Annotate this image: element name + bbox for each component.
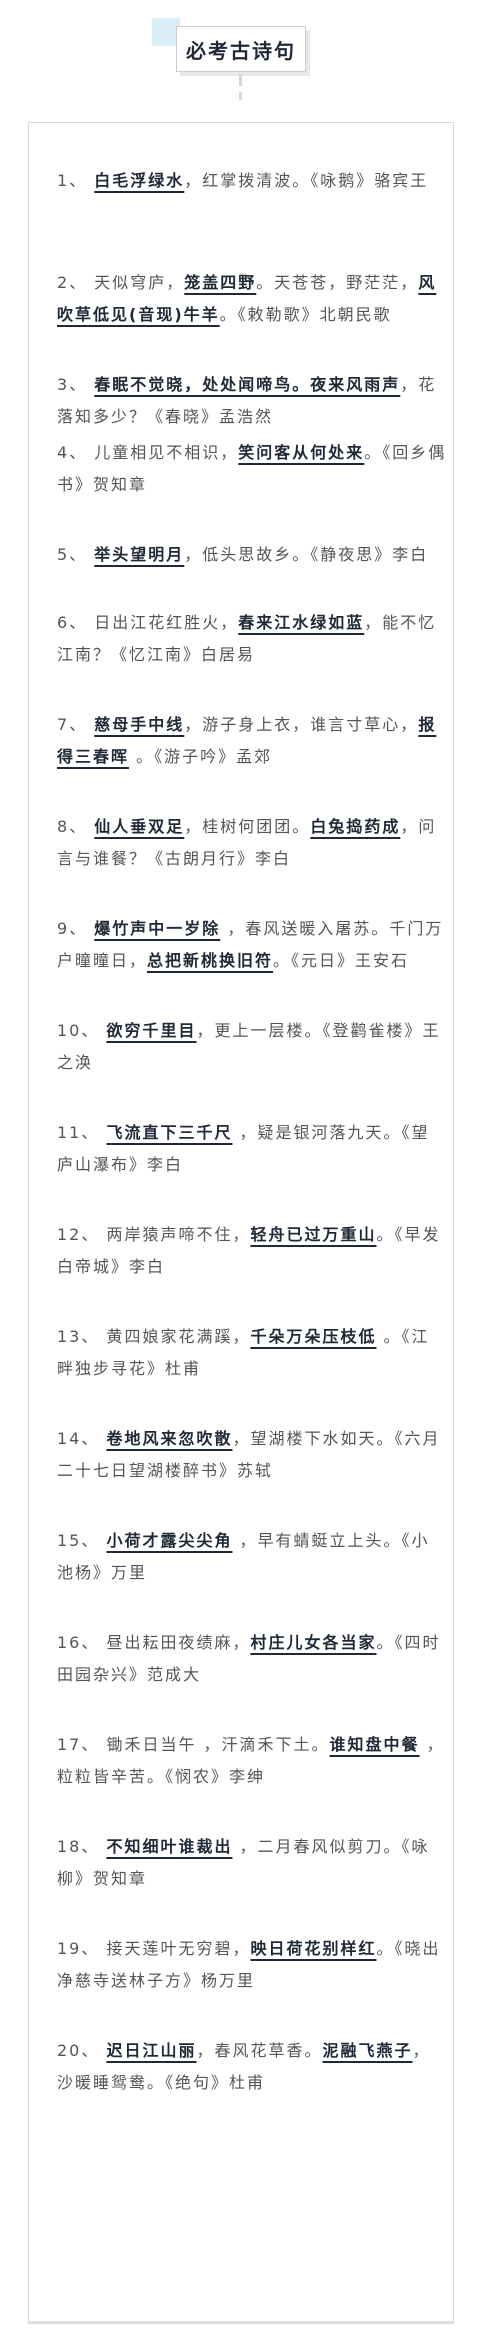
key-line-highlight: 笼盖四野 [184,273,257,292]
poem-item: 5、 举头望明月，低头思故乡。《静夜思》李白 [57,539,447,571]
poem-number: 7 [57,715,70,734]
poem-item: 15、 小荷才露尖尖角 ，早有蜻蜓立上头。《小池杨》万里 [57,1525,447,1589]
poem-text: 、 [81,1837,107,1856]
poem-text: 、 两岸猿声啼不住， [81,1225,251,1244]
key-line-highlight: 春来江水绿如蓝 [238,613,365,632]
poem-text: 、 天似穹庐， [69,273,185,292]
poem-number: 10 [57,1021,82,1040]
poem-item: 13、 黄四娘家花满蹊，千朵万朵压枝低 。《江畔独步寻花》杜甫 [57,1321,447,1385]
key-line-highlight: 轻舟已过万重山 [250,1225,377,1244]
key-line-highlight: 飞流直下三千尺 [106,1123,233,1142]
poem-text: 、 [69,171,95,190]
key-line-highlight: 总把新桃换旧符 [147,951,274,970]
key-line-highlight: 村庄儿女各当家 [250,1633,377,1652]
key-line-highlight: 卷地风来忽吹散 [106,1429,233,1448]
key-line-highlight: 泥融飞燕子 [322,2041,413,2060]
poem-text: ，红掌拨清波。《咏鹅》骆宾王 [184,171,429,190]
poem-text: 、 [81,2041,107,2060]
poem-number: 5 [57,545,70,564]
poem-number: 9 [57,919,70,938]
poem-text: 、 [69,919,95,938]
poem-text: 、 [69,545,95,564]
poem-item: 9、 爆竹声中一岁除 ，春风送暖入屠苏。千门万户曈曈日，总把新桃换旧符。《元日》… [57,913,447,977]
poem-text: 、 锄禾日当午 ，汗滴禾下土。 [81,1735,330,1754]
key-line-highlight: 白毛浮绿水 [94,171,185,190]
poem-item: 8、 仙人垂双足，桂树何团团。白兔捣药成，问言与谁餐？《古朗月行》李白 [57,811,447,875]
poem-item: 3、 春眠不觉晓，处处闻啼鸟。夜来风雨声，花落知多少？《春晓》孟浩然 [57,369,447,433]
poem-text: 、 昼出耘田夜绩麻， [81,1633,251,1652]
key-line-highlight: 欲穷千里目 [106,1021,197,1040]
poem-number: 3 [57,375,70,394]
poem-number: 12 [57,1225,82,1244]
poem-item: 18、 不知细叶谁裁出 ，二月春风似剪刀。《咏柳》贺知章 [57,1831,447,1895]
poem-number: 20 [57,2041,82,2060]
header: 必考古诗句 [0,0,480,120]
key-line-highlight: 千朵万朵压枝低 [250,1327,377,1346]
key-line-highlight: 笑问客从何处来 [238,443,365,462]
divider [29,2321,453,2323]
key-line-highlight: 慈母手中线 [94,715,185,734]
key-line-highlight: 小荷才露尖尖角 [106,1531,233,1550]
poem-text: 、 [81,1531,107,1550]
poem-item: 1、 白毛浮绿水，红掌拨清波。《咏鹅》骆宾王 [57,165,447,197]
poem-text: 。《元日》王安石 [273,951,410,970]
key-line-highlight: 仙人垂双足 [94,817,185,836]
key-line-highlight: 迟日江山丽 [106,2041,197,2060]
poem-item: 20、 迟日江山丽，春风花草香。泥融飞燕子，沙暖睡鸳鸯。《绝句》杜甫 [57,2035,447,2099]
poem-number: 4 [57,443,70,462]
key-line-highlight: 映日荷花别样红 [250,1939,377,1958]
key-line-highlight: 谁知盘中餐 [329,1735,420,1754]
poem-number: 16 [57,1633,82,1652]
poem-item: 16、 昼出耘田夜绩麻，村庄儿女各当家。《四时田园杂兴》范成大 [57,1627,447,1691]
poem-number: 13 [57,1327,82,1346]
poem-item: 14、 卷地风来忽吹散，望湖楼下水如天。《六月二十七日望湖楼醉书》苏轼 [57,1423,447,1487]
poem-number: 8 [57,817,70,836]
poem-item: 11、 飞流直下三千尺 ，疑是银河落九天。《望庐山瀑布》李白 [57,1117,447,1181]
poem-text: 。《游子吟》孟郊 [129,747,273,766]
poem-text: 、 [81,1429,107,1448]
poem-number: 11 [57,1123,82,1142]
decorative-stem [239,92,242,100]
poem-text: ，春风花草香。 [196,2041,323,2060]
poem-text: ，游子身上衣，谁言寸草心， [184,715,419,734]
poem-item: 19、 接天莲叶无穷碧，映日荷花别样红。《晓出净慈寺送林子方》杨万里 [57,1933,447,1997]
poem-item: 12、 两岸猿声啼不住，轻舟已过万重山。《早发白帝城》李白 [57,1219,447,1283]
poem-text: 。《敕勒歌》北朝民歌 [219,305,392,324]
poem-text: 、 [81,1123,107,1142]
poem-text: 、 日出江花红胜火， [69,613,239,632]
key-line-highlight: 春眠不觉晓，处处闻啼鸟。夜来风雨声 [94,375,401,394]
key-line-highlight: 白兔捣药成 [310,817,401,836]
poem-item: 4、 儿童相见不相识，笑问客从何处来。《回乡偶书》贺知章 [57,437,447,501]
key-line-highlight: 举头望明月 [94,545,185,564]
poem-text: 、 儿童相见不相识， [69,443,239,462]
poem-text: 、 [69,817,95,836]
key-line-highlight: 不知细叶谁裁出 [106,1837,233,1856]
poem-number: 14 [57,1429,82,1448]
poem-number: 18 [57,1837,82,1856]
poem-number: 15 [57,1531,82,1550]
poem-text: 、 黄四娘家花满蹊， [81,1327,251,1346]
poem-text: 、 接天莲叶无穷碧， [81,1939,251,1958]
poem-list-panel: 1、 白毛浮绿水，红掌拨清波。《咏鹅》骆宾王 2、 天似穹庐，笼盖四野。天苍苍，野… [28,122,454,2324]
poem-text: ，桂树何团团。 [184,817,311,836]
poem-text: 、 [69,715,95,734]
key-line-highlight: 爆竹声中一岁除 [94,919,221,938]
page-title: 必考古诗句 [176,26,306,72]
poem-text: 。天苍苍，野茫茫， [256,273,419,292]
poem-number: 19 [57,1939,82,1958]
poem-item: 10、 欲穷千里目，更上一层楼。《登鹳雀楼》王之涣 [57,1015,447,1079]
poem-text: 、 [81,1021,107,1040]
poem-item: 17、 锄禾日当午 ，汗滴禾下土。谁知盘中餐 ，粒粒皆辛苦。《悯农》李绅 [57,1729,447,1793]
poem-number: 2 [57,273,70,292]
poem-item: 7、 慈母手中线，游子身上衣，谁言寸草心，报得三春晖 。《游子吟》孟郊 [57,709,447,773]
poem-number: 17 [57,1735,82,1754]
poem-item: 6、 日出江花红胜火，春来江水绿如蓝，能不忆江南？《忆江南》白居易 [57,607,447,671]
poem-item: 2、 天似穹庐，笼盖四野。天苍苍，野茫茫，风吹草低见(音现)牛羊。《敕勒歌》北朝… [57,267,447,331]
poem-number: 1 [57,171,70,190]
poem-text: ，低头思故乡。《静夜思》李白 [184,545,429,564]
poem-text: 、 [69,375,95,394]
poem-number: 6 [57,613,70,632]
decorative-stem [239,74,242,86]
